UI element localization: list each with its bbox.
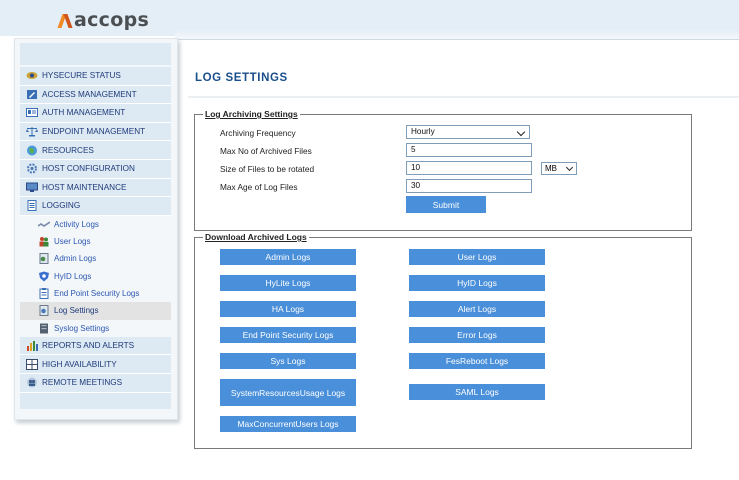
- sidebar-subitem-label: Admin Logs: [54, 254, 97, 264]
- sidebar-item-endpoint-management[interactable]: ENDPOINT MANAGEMENT: [20, 122, 171, 142]
- server-icon: [38, 323, 50, 334]
- eye-icon: [26, 70, 38, 81]
- sidebar-item-label: ENDPOINT MANAGEMENT: [42, 127, 146, 137]
- sidebar-item-host-configuration[interactable]: HOST CONFIGURATION: [20, 159, 171, 179]
- logo-text: accops: [74, 9, 150, 31]
- sidebar-item-label: HOST CONFIGURATION: [42, 164, 135, 174]
- page-title: LOG SETTINGS: [195, 72, 288, 84]
- globe-icon: [26, 145, 38, 156]
- download-endpoint-security-logs-button[interactable]: End Point Security Logs: [220, 327, 356, 343]
- sidebar-item-auth-management[interactable]: AUTH MANAGEMENT: [20, 104, 171, 123]
- log-archiving-legend: Log Archiving Settings: [205, 109, 298, 119]
- header-band: [175, 30, 739, 40]
- sidebar-subitem-admin-logs[interactable]: Admin Logs: [20, 250, 171, 268]
- sidebar-item-label: AUTH MANAGEMENT: [42, 108, 126, 118]
- sidebar-bottom-bar: [20, 393, 171, 409]
- bar-chart-icon: [26, 340, 38, 352]
- sidebar-subitem-label: Syslog Settings: [54, 323, 110, 333]
- sidebar-item-reports-and-alerts[interactable]: REPORTS AND ALERTS: [20, 336, 171, 356]
- sidebar-subitem-hyid-logs[interactable]: HyID Logs: [20, 267, 171, 285]
- sidebar-item-label: REMOTE MEETINGS: [42, 378, 123, 388]
- monitor-icon: [26, 182, 38, 193]
- sidebar-item-label: ACCESS MANAGEMENT: [42, 89, 137, 99]
- sidebar-item-label: REPORTS AND ALERTS: [42, 341, 135, 351]
- max-archived-files-label: Max No of Archived Files: [220, 146, 312, 156]
- scale-icon: [26, 126, 38, 137]
- shield-icon: [38, 271, 50, 282]
- activity-icon: [37, 219, 51, 230]
- sidebar-nav: HYSECURE STATUS ACCESS MANAGEMENT AUTH M…: [20, 67, 171, 393]
- size-unit-select[interactable]: MB: [541, 162, 577, 175]
- sidebar-item-remote-meetings[interactable]: REMOTE MEETINGS: [20, 374, 171, 393]
- logo-mark-icon: [58, 12, 72, 28]
- max-archived-files-input[interactable]: 5: [406, 143, 532, 157]
- sidebar-item-access-management[interactable]: ACCESS MANAGEMENT: [20, 85, 171, 105]
- sidebar-item-hysecure-status[interactable]: HYSECURE STATUS: [20, 67, 171, 86]
- grid-icon: [26, 358, 38, 370]
- download-system-resources-usage-logs-button[interactable]: SystemResourcesUsage Logs: [220, 379, 356, 406]
- document-icon: [26, 200, 38, 212]
- submit-button[interactable]: Submit: [406, 196, 486, 213]
- sidebar-item-logging[interactable]: LOGGING: [20, 197, 171, 216]
- sidebar-item-label: RESOURCES: [42, 145, 94, 155]
- sidebar-item-label: HOST MAINTENANCE: [42, 182, 127, 192]
- sidebar-item-label: LOGGING: [42, 201, 81, 211]
- file-rotation-size-input[interactable]: 10: [406, 161, 532, 175]
- sidebar-subitem-syslog-settings[interactable]: Syslog Settings: [20, 319, 171, 337]
- download-hyid-logs-button[interactable]: HyID Logs: [409, 275, 545, 291]
- download-error-logs-button[interactable]: Error Logs: [409, 327, 545, 343]
- archiving-frequency-select[interactable]: Hourly: [406, 125, 530, 139]
- settings-doc-icon: [38, 305, 50, 317]
- download-archived-logs-legend: Download Archived Logs: [205, 232, 307, 242]
- sidebar-subitem-label: Activity Logs: [54, 219, 99, 229]
- download-saml-logs-button[interactable]: SAML Logs: [409, 384, 545, 400]
- sidebar-subitem-label: End Point Security Logs: [54, 289, 140, 299]
- sidebar-top-bar: [20, 43, 171, 65]
- sidebar-subitem-label: HyID Logs: [54, 271, 92, 281]
- max-log-age-label: Max Age of Log Files: [220, 182, 298, 192]
- sidebar-subitem-user-logs[interactable]: User Logs: [20, 233, 171, 251]
- clipboard-icon: [38, 288, 50, 300]
- sidebar-subitem-label: Log Settings: [54, 306, 99, 316]
- max-log-age-input[interactable]: 30: [406, 179, 532, 193]
- title-divider: [188, 96, 739, 98]
- sidebar-item-host-maintenance[interactable]: HOST MAINTENANCE: [20, 178, 171, 198]
- download-admin-logs-button[interactable]: Admin Logs: [220, 249, 356, 265]
- gear-icon: [26, 163, 38, 174]
- archiving-frequency-value: Hourly: [411, 127, 435, 136]
- sidebar-item-label: HYSECURE STATUS: [42, 71, 121, 81]
- download-hylite-logs-button[interactable]: HyLite Logs: [220, 275, 356, 291]
- download-fesreboot-logs-button[interactable]: FesReboot Logs: [409, 353, 545, 369]
- sidebar-item-label: HIGH AVAILABILITY: [42, 359, 117, 369]
- people-icon: [26, 377, 38, 388]
- chevron-down-icon: [516, 127, 526, 137]
- users-icon: [38, 236, 50, 247]
- sidebar-item-high-availability[interactable]: HIGH AVAILABILITY: [20, 355, 171, 375]
- download-ha-logs-button[interactable]: HA Logs: [220, 301, 356, 317]
- download-sys-logs-button[interactable]: Sys Logs: [220, 353, 356, 369]
- sidebar-subitem-label: User Logs: [54, 237, 91, 247]
- download-user-logs-button[interactable]: User Logs: [409, 249, 545, 265]
- admin-icon: [38, 253, 50, 265]
- sidebar-subitem-activity-logs[interactable]: Activity Logs: [20, 215, 171, 234]
- sidebar-subitem-log-settings[interactable]: Log Settings: [20, 302, 171, 320]
- sidebar-item-resources[interactable]: RESOURCES: [20, 141, 171, 160]
- file-rotation-size-label: Size of Files to be rotated: [220, 164, 315, 174]
- download-max-concurrent-users-logs-button[interactable]: MaxConcurrentUsers Logs: [220, 416, 356, 432]
- edit-icon: [26, 89, 38, 100]
- sidebar-subitem-endpoint-security-logs[interactable]: End Point Security Logs: [20, 284, 171, 303]
- id-card-icon: [26, 107, 38, 118]
- chevron-down-icon: [565, 163, 574, 172]
- download-alert-logs-button[interactable]: Alert Logs: [409, 301, 545, 317]
- size-unit-value: MB: [545, 164, 557, 173]
- archiving-frequency-label: Archiving Frequency: [220, 128, 296, 138]
- accops-logo: accops: [58, 9, 149, 31]
